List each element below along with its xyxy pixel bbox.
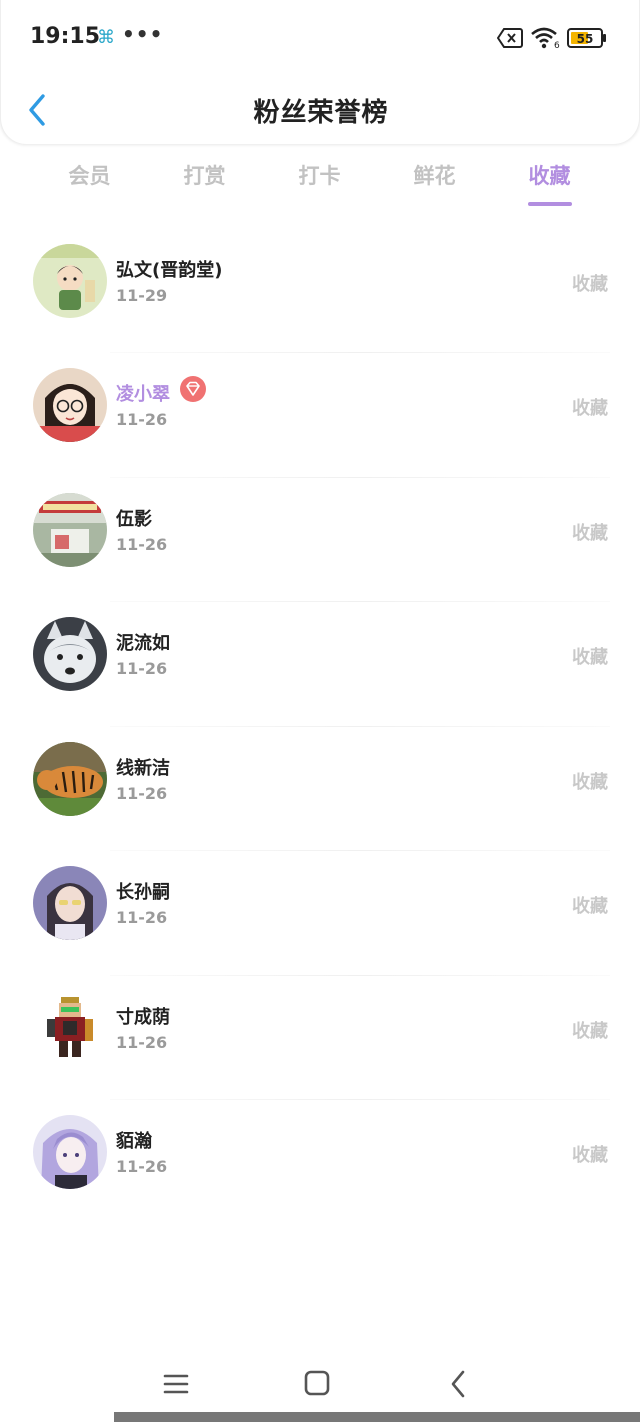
fan-row[interactable]: 泥流如 11-26 收藏	[0, 601, 640, 725]
fan-date: 11-26	[116, 410, 168, 429]
avatar[interactable]	[33, 244, 107, 318]
avatar[interactable]	[33, 493, 107, 567]
fan-type-label: 收藏	[572, 398, 608, 419]
tiger-avatar-image	[33, 742, 107, 816]
fan-name: 伍影	[116, 509, 152, 530]
avatar[interactable]	[33, 368, 107, 442]
fan-date: 11-26	[116, 908, 168, 927]
chevron-back-icon[interactable]	[441, 1368, 477, 1400]
fan-type-label: 收藏	[572, 772, 608, 793]
menu-lines-icon[interactable]	[158, 1368, 194, 1400]
fan-type-label: 收藏	[572, 647, 608, 668]
fan-name: 凌小翠	[116, 384, 170, 405]
tab-checkin[interactable]: 打卡	[262, 160, 377, 212]
home-indicator[interactable]	[114, 1412, 640, 1422]
cartoon-girl-glasses-avatar-image	[33, 368, 107, 442]
tab-rewards[interactable]: 打赏	[147, 160, 262, 212]
fan-date: 11-26	[116, 659, 168, 678]
wifi-signal-label: 6	[554, 41, 560, 50]
fan-name: 貊瀚	[116, 1131, 152, 1152]
fan-type-label: 收藏	[572, 1145, 608, 1166]
fan-type-label: 收藏	[572, 896, 608, 917]
anime-purple-hair-avatar-image	[33, 1115, 107, 1189]
fan-row[interactable]: 寸成荫 11-26 收藏	[0, 975, 640, 1099]
husky-dog-avatar-image	[33, 617, 107, 691]
page-title: 粉丝荣誉榜	[253, 98, 389, 128]
fan-row[interactable]: 伍影 11-26 收藏	[0, 477, 640, 601]
wifi-icon: 6	[531, 27, 560, 50]
carrier-icon: ⌘	[97, 27, 115, 48]
avatar[interactable]	[33, 742, 107, 816]
row-divider	[110, 601, 610, 602]
fan-name: 长孙嗣	[116, 882, 170, 903]
fan-row[interactable]: 凌小翠 11-26 收藏	[0, 352, 640, 476]
tab-favorites[interactable]: 收藏	[492, 160, 607, 212]
row-divider	[110, 477, 610, 478]
avatar[interactable]	[33, 866, 107, 940]
battery-icon: 55	[567, 28, 607, 48]
avatar[interactable]	[33, 617, 107, 691]
fan-row[interactable]: 长孙嗣 11-26 收藏	[0, 850, 640, 974]
row-divider	[110, 726, 610, 727]
tab-favorites-label: 收藏	[528, 164, 571, 188]
tab-members[interactable]: 会员	[32, 160, 147, 212]
fan-date: 11-26	[116, 1033, 168, 1052]
fan-date: 11-26	[116, 784, 168, 803]
fan-type-label: 收藏	[572, 274, 608, 295]
ink-painting-boy-avatar-image	[33, 244, 107, 318]
system-nav-bar	[0, 1360, 640, 1410]
square-home-icon[interactable]	[299, 1368, 335, 1400]
fan-name: 寸成荫	[116, 1007, 170, 1028]
battery-level: 55	[577, 32, 594, 46]
header-card: 19:15 ⌘ ••• 6 55 粉丝荣誉榜	[0, 0, 640, 144]
status-bar: 19:15 ⌘ ••• 6 55	[1, 0, 640, 76]
active-tab-indicator	[528, 202, 572, 206]
row-divider	[110, 975, 610, 976]
row-divider	[110, 352, 610, 353]
anime-boy-avatar-image	[33, 866, 107, 940]
fan-name: 泥流如	[116, 633, 170, 654]
avatar[interactable]	[33, 1115, 107, 1189]
fan-name: 弘文(晋韵堂)	[116, 260, 223, 281]
tab-bar: 会员 打赏 打卡 鲜花 收藏	[32, 160, 608, 212]
status-time: 19:15	[30, 24, 101, 49]
fan-row[interactable]: 貊瀚 11-26 收藏	[0, 1099, 640, 1223]
fan-row[interactable]: 弘文(晋韵堂) 11-29 收藏	[0, 228, 640, 352]
fan-date: 11-26	[116, 1157, 168, 1176]
fan-row[interactable]: 线新洁 11-26 收藏	[0, 726, 640, 850]
row-divider	[110, 1099, 610, 1100]
more-notifications-icon: •••	[122, 22, 164, 46]
no-sim-icon	[497, 28, 523, 48]
row-divider	[110, 850, 610, 851]
photo-banner-avatar-image	[33, 493, 107, 567]
diamond-badge-icon	[180, 376, 206, 402]
fan-type-label: 收藏	[572, 523, 608, 544]
fan-type-label: 收藏	[572, 1021, 608, 1042]
tab-flowers[interactable]: 鲜花	[377, 160, 492, 212]
fan-date: 11-29	[116, 286, 168, 305]
pixel-warrior-avatar-image	[33, 991, 107, 1065]
fan-name: 线新洁	[116, 758, 170, 779]
fan-date: 11-26	[116, 535, 168, 554]
avatar[interactable]	[33, 991, 107, 1065]
